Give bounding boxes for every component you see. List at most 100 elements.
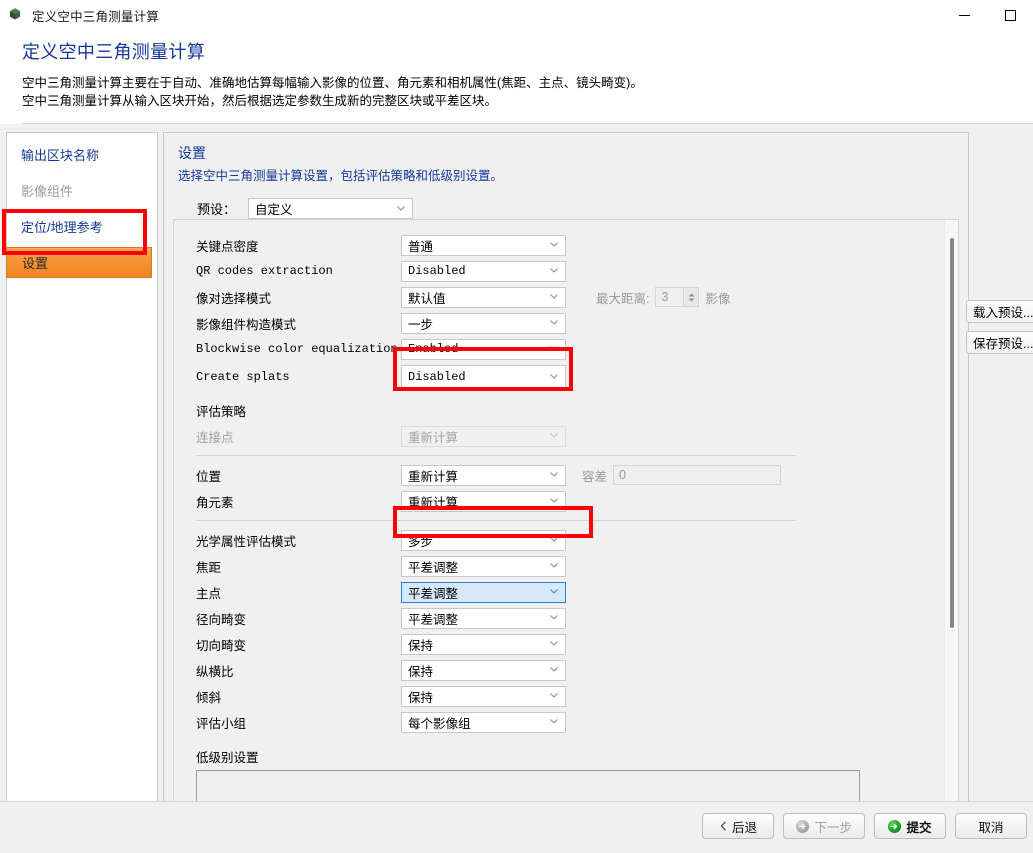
- row-value: 平差调整: [408, 612, 459, 627]
- footer-buttons: 后退 下一步 提交 取消: [702, 813, 1027, 839]
- maximize-button[interactable]: [987, 0, 1033, 30]
- row-value: Disabled: [408, 264, 466, 278]
- strategy-section-header: 评估策略: [196, 404, 247, 419]
- row-value: 保持: [408, 664, 434, 679]
- row-label: Create splats: [196, 370, 290, 384]
- page-header: 定义空中三角测量计算 空中三角测量计算主要在于自动、准确地估算每幅输入影像的位置…: [0, 30, 1033, 124]
- skew-select[interactable]: 保持: [401, 685, 566, 707]
- settings-scroll-area: 关键点密度 普通 QR codes extraction Disabled 像对…: [173, 219, 959, 815]
- row-principal-point: 主点 平差调整: [196, 579, 944, 605]
- cancel-button-label: 取消: [978, 820, 1004, 835]
- section-divider: [196, 520, 796, 521]
- max-distance-value: 3: [661, 290, 669, 304]
- cube-icon: [8, 7, 24, 23]
- sidebar-item-label: 输出区块名称: [21, 147, 100, 163]
- wizard-footer: 后退 下一步 提交 取消: [0, 801, 1033, 853]
- row-label: 切向畸变: [196, 638, 247, 653]
- next-button-label: 下一步: [814, 820, 852, 835]
- chevron-down-icon: [550, 268, 558, 273]
- radial-distortion-select[interactable]: 平差调整: [401, 607, 566, 629]
- preset-buttons-group: 载入预设... 保存预设...: [966, 300, 1033, 362]
- row-pair-selection-mode: 像对选择模式 默认值 最大距离: 3 影像: [196, 284, 944, 310]
- stepper-arrows-icon[interactable]: [683, 288, 699, 306]
- page-description-line2: 空中三角测量计算从输入区块开始，然后根据选定参数生成新的完整区块或平差区块。: [22, 94, 498, 108]
- tolerance-label: 容差: [582, 469, 608, 484]
- row-value: 重新计算: [408, 430, 459, 445]
- page-description-line1: 空中三角测量计算主要在于自动、准确地估算每幅输入影像的位置、角元素和相机属性(焦…: [22, 76, 643, 90]
- load-preset-button[interactable]: 载入预设...: [966, 300, 1033, 323]
- row-label: 主点: [196, 586, 222, 601]
- wizard-sidebar: 输出区块名称 影像组件 定位/地理参考 设置: [6, 132, 158, 823]
- row-label: 连接点: [196, 430, 234, 445]
- row-estimation-group: 评估小组 每个影像组: [196, 709, 944, 735]
- row-value: 平差调整: [408, 586, 459, 601]
- row-aspect-ratio: 纵横比 保持: [196, 657, 944, 683]
- focal-length-select[interactable]: 平差调整: [401, 555, 566, 577]
- save-preset-button[interactable]: 保存预设...: [966, 331, 1033, 354]
- row-label: Blockwise color equalization: [196, 342, 398, 356]
- chevron-down-icon: [550, 472, 558, 477]
- qr-codes-extraction-select[interactable]: Disabled: [401, 260, 566, 282]
- minimize-button[interactable]: [941, 0, 987, 30]
- preset-value: 自定义: [255, 203, 293, 217]
- chevron-down-icon: [550, 242, 558, 247]
- chevron-down-icon: [550, 615, 558, 620]
- maximize-icon: [1004, 9, 1016, 21]
- row-position: 位置 重新计算 容差 0: [196, 462, 944, 488]
- row-tie-points: 连接点 重新计算: [196, 423, 944, 449]
- settings-panel: 设置 选择空中三角测量计算设置，包括评估策略和低级别设置。 预设： 自定义 关键…: [163, 132, 969, 823]
- arrow-right-circle-green-icon: [888, 819, 902, 833]
- row-value: 多步: [408, 534, 434, 549]
- row-optical-properties-mode: 光学属性评估模式 多步: [196, 527, 944, 553]
- chevron-down-icon: [550, 294, 558, 299]
- settings-panel-subtitle: 选择空中三角测量计算设置，包括评估策略和低级别设置。: [178, 169, 504, 183]
- chevron-left-icon: [720, 821, 726, 831]
- max-distance-label: 最大距离:: [596, 291, 650, 306]
- scrollbar-thumb[interactable]: [950, 238, 954, 628]
- window-controls: [941, 0, 1033, 30]
- max-distance-stepper[interactable]: 3: [655, 287, 700, 307]
- row-focal-length: 焦距 平差调整: [196, 553, 944, 579]
- max-distance-group: 最大距离: 3 影像: [596, 287, 731, 307]
- sidebar-item-settings[interactable]: 设置: [6, 247, 152, 278]
- preset-select[interactable]: 自定义: [248, 198, 414, 219]
- position-select[interactable]: 重新计算: [401, 464, 566, 486]
- aspect-ratio-select[interactable]: 保持: [401, 659, 566, 681]
- chevron-down-icon: [550, 589, 558, 594]
- create-splats-select[interactable]: Disabled: [401, 364, 566, 390]
- row-qr-codes-extraction: QR codes extraction Disabled: [196, 258, 944, 284]
- section-divider: [196, 455, 796, 456]
- preset-row: 预设： 自定义: [197, 198, 968, 219]
- sidebar-item-label: 定位/地理参考: [21, 219, 103, 235]
- sidebar-item-positioning-georeference[interactable]: 定位/地理参考: [7, 211, 157, 241]
- row-label: 像对选择模式: [196, 291, 272, 306]
- pair-selection-mode-select[interactable]: 默认值: [401, 286, 566, 308]
- chevron-down-icon: [550, 433, 558, 438]
- row-value: 每个影像组: [408, 716, 471, 731]
- keypoint-density-select[interactable]: 普通: [401, 234, 566, 256]
- submit-button[interactable]: 提交: [874, 813, 946, 839]
- window-titlebar: 定义空中三角测量计算: [0, 0, 1033, 30]
- sidebar-item-output-block-name[interactable]: 输出区块名称: [7, 139, 157, 169]
- row-label: 焦距: [196, 560, 222, 575]
- back-button[interactable]: 后退: [702, 813, 775, 839]
- cancel-button[interactable]: 取消: [955, 813, 1027, 839]
- chevron-down-icon: [550, 320, 558, 325]
- principal-point-select[interactable]: 平差调整: [401, 581, 566, 603]
- tangential-distortion-select[interactable]: 保持: [401, 633, 566, 655]
- chevron-down-icon: [550, 719, 558, 724]
- optical-properties-mode-select[interactable]: 多步: [401, 529, 566, 551]
- blockwise-color-equalization-select[interactable]: Enabled: [401, 338, 566, 360]
- row-label: 位置: [196, 469, 222, 484]
- row-label: 角元素: [196, 495, 234, 510]
- settings-scrollbar[interactable]: [944, 220, 958, 808]
- angular-elements-select[interactable]: 重新计算: [401, 490, 566, 512]
- row-label: QR codes extraction: [196, 264, 333, 278]
- preset-label: 预设：: [197, 202, 237, 217]
- window-title: 定义空中三角测量计算: [32, 9, 160, 24]
- estimation-group-select[interactable]: 每个影像组: [401, 711, 566, 733]
- settings-list: 关键点密度 普通 QR codes extraction Disabled 像对…: [174, 220, 944, 815]
- page-title: 定义空中三角测量计算: [22, 42, 205, 62]
- component-construction-mode-select[interactable]: 一步: [401, 312, 566, 334]
- save-preset-label: 保存预设...: [973, 337, 1033, 351]
